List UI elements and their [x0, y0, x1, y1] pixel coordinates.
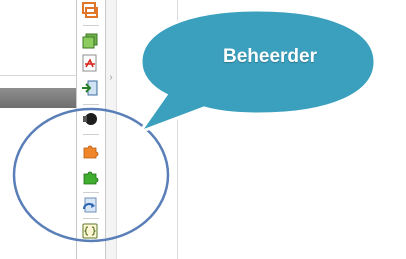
vertical-toolbar — [76, 0, 106, 259]
orange-plugin-button[interactable] — [81, 142, 99, 160]
grey-header-bar — [0, 88, 76, 108]
toolbar-separator — [83, 25, 99, 26]
import-button[interactable] — [81, 79, 99, 97]
refresh-button[interactable] — [81, 197, 99, 215]
toolbar-separator — [83, 134, 99, 135]
toolbar-separator — [83, 218, 99, 219]
layers-button[interactable] — [81, 32, 99, 50]
green-plugin-button[interactable] — [81, 168, 99, 186]
green-puzzle-icon — [83, 171, 99, 185]
refresh-document-icon — [82, 197, 97, 213]
record-button[interactable] — [81, 110, 99, 128]
import-icon — [82, 80, 98, 96]
toolbar-separator — [83, 192, 99, 193]
splitter-grip-icon[interactable]: › — [108, 70, 114, 86]
code-button[interactable] — [81, 222, 99, 240]
layers-icon — [82, 33, 98, 49]
code-block-icon — [82, 223, 98, 239]
crop-button[interactable] — [81, 2, 99, 20]
right-workspace — [117, 0, 406, 259]
panel-divider — [0, 75, 76, 76]
pdf-button[interactable] — [81, 54, 99, 72]
workspace-divider — [177, 0, 178, 259]
crop-icon — [82, 2, 98, 18]
orange-puzzle-icon — [83, 145, 99, 159]
toolbar-left-border — [76, 0, 77, 259]
toolbar-separator — [83, 104, 99, 105]
callout-label: Beheerder — [223, 46, 317, 67]
panel-splitter[interactable]: › — [106, 0, 117, 259]
dark-record-icon — [83, 113, 97, 125]
left-panel — [0, 0, 76, 259]
pdf-icon — [82, 54, 97, 72]
